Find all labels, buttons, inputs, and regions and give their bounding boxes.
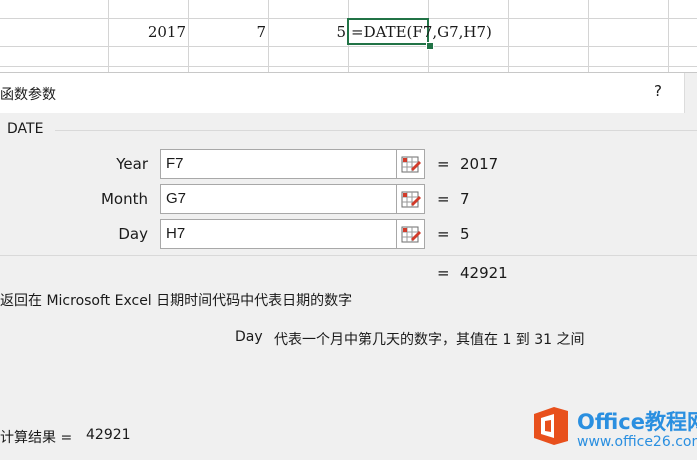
range-select-icon xyxy=(401,191,421,208)
grid-line xyxy=(668,0,669,72)
cell-h7[interactable]: 5 xyxy=(270,21,346,43)
grid-line xyxy=(508,0,509,72)
day-result: 5 xyxy=(460,225,470,243)
arg-label-day: Day xyxy=(118,225,148,243)
year-equals: = xyxy=(437,155,450,173)
spreadsheet-grid: 2017 7 5 =DATE(F7,G7,H7) xyxy=(0,0,697,72)
range-select-icon xyxy=(401,156,421,173)
month-result: 7 xyxy=(460,190,470,208)
collapse-dialog-button[interactable] xyxy=(397,184,425,214)
grid-line xyxy=(0,46,697,47)
cell-g7[interactable]: 7 xyxy=(190,21,266,43)
day-input[interactable]: H7 xyxy=(160,219,397,249)
grid-line xyxy=(108,0,109,72)
dialog-title: 函数参数 xyxy=(0,87,56,103)
grid-line xyxy=(188,0,189,72)
month-input[interactable]: G7 xyxy=(160,184,397,214)
scrollbar-edge xyxy=(684,73,697,113)
formula-result: 42921 xyxy=(460,264,508,282)
function-arguments-dialog: 函数参数 ? DATE Year F7 = 2017 Month G7 = 7 … xyxy=(0,72,697,460)
function-name: DATE xyxy=(7,121,44,137)
grid-line xyxy=(268,0,269,72)
function-description: 返回在 Microsoft Excel 日期时间代码中代表日期的数字 xyxy=(0,293,353,309)
dialog-title-bar[interactable]: 函数参数 ? xyxy=(0,73,697,113)
year-result: 2017 xyxy=(460,155,499,173)
day-equals: = xyxy=(437,225,450,243)
fill-handle[interactable] xyxy=(426,42,434,50)
arg-label-month: Month xyxy=(100,190,148,208)
collapse-dialog-button[interactable] xyxy=(397,149,425,179)
collapse-dialog-button[interactable] xyxy=(397,219,425,249)
arg-help-name: Day xyxy=(235,329,263,345)
month-equals: = xyxy=(437,190,450,208)
grid-line xyxy=(0,66,697,67)
watermark-url: www.office26.com xyxy=(577,434,697,450)
calculation-result-label: 计算结果 = xyxy=(0,430,73,446)
formula-result-equals: = xyxy=(437,264,450,282)
arg-help-text: 代表一个月中第几天的数字，其值在 1 到 31 之间 xyxy=(274,332,585,348)
arg-label-year: Year xyxy=(116,155,148,173)
range-select-icon xyxy=(401,226,421,243)
grid-line xyxy=(588,0,589,72)
section-divider xyxy=(0,255,697,256)
calculation-result-value: 42921 xyxy=(86,427,131,443)
year-input[interactable]: F7 xyxy=(160,149,397,179)
help-button[interactable]: ? xyxy=(650,82,666,100)
watermark-title: Office教程网 xyxy=(577,410,697,434)
office-logo-icon xyxy=(534,407,568,445)
cell-formula[interactable]: =DATE(F7,G7,H7) xyxy=(351,21,492,43)
group-divider xyxy=(55,130,697,131)
cell-f7[interactable]: 2017 xyxy=(110,21,186,43)
